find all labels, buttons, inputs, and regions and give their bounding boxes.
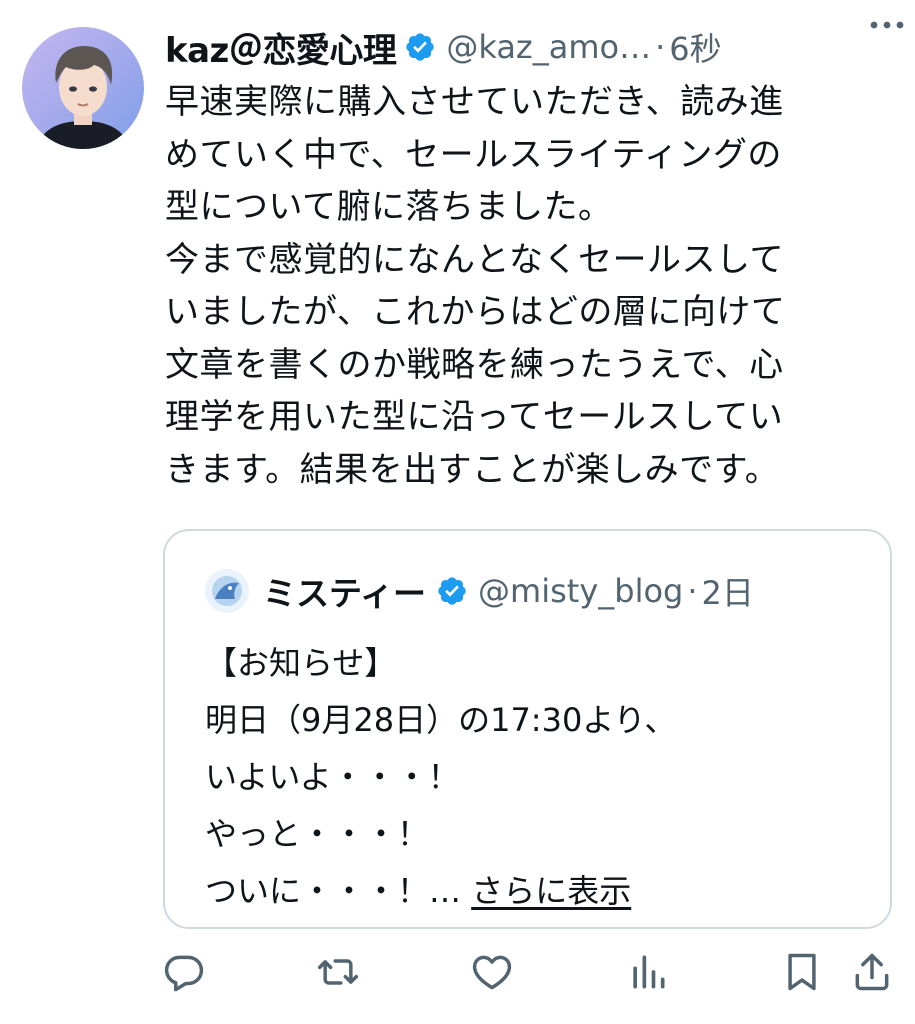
quoted-author-handle: @misty_blog [478, 572, 684, 610]
share-icon [855, 953, 889, 991]
quoted-author-avatar [205, 569, 249, 613]
separator-dot: · [687, 572, 698, 610]
quoted-tweet-text: 【お知らせ】 明日（9月28日）の17:30より、 いよいよ・・・！ やっと・・… [205, 635, 865, 920]
author-handle[interactable]: @kaz_amo… [446, 28, 651, 66]
verified-badge-icon [406, 33, 435, 61]
like-button[interactable] [470, 950, 514, 994]
reply-button[interactable] [162, 950, 206, 994]
quoted-author-name: ミスティー [263, 574, 427, 613]
retweet-icon [317, 959, 359, 985]
more-horizontal-icon[interactable] [869, 14, 905, 36]
tweet-actions [160, 950, 900, 1000]
share-button[interactable] [850, 950, 894, 994]
views-button[interactable] [626, 950, 670, 994]
views-icon [633, 955, 665, 989]
retweet-button[interactable] [316, 950, 360, 994]
reply-icon [164, 955, 204, 992]
quoted-tweet[interactable]: ミスティー @misty_blog · 2日 【お知らせ】 明日（9月28日）の… [163, 529, 892, 929]
tweet-header: kaz＠恋愛心理 @kaz_amo… · 6秒 [165, 22, 895, 72]
verified-badge-icon [438, 577, 466, 605]
quoted-tweet-header: ミスティー @misty_blog · 2日 [205, 563, 870, 619]
bookmark-icon [788, 953, 816, 991]
author-avatar[interactable] [22, 27, 144, 149]
like-icon [472, 955, 512, 990]
tweet-text: 早速実際に購入させていただき、読み進 めていく中で、セールスライティングの 型に… [165, 82, 786, 490]
quoted-tweet-body: 【お知らせ】 明日（9月28日）の17:30より、 いよいよ・・・！ やっと・・… [205, 644, 677, 910]
separator-dot: · [655, 28, 666, 66]
quoted-tweet-timestamp: 2日 [701, 574, 754, 612]
bookmark-button[interactable] [780, 950, 824, 994]
tweet-timestamp[interactable]: 6秒 [669, 24, 721, 70]
author-name[interactable]: kaz＠恋愛心理 [165, 23, 397, 72]
show-more-link[interactable]: さらに表示 [471, 872, 631, 910]
